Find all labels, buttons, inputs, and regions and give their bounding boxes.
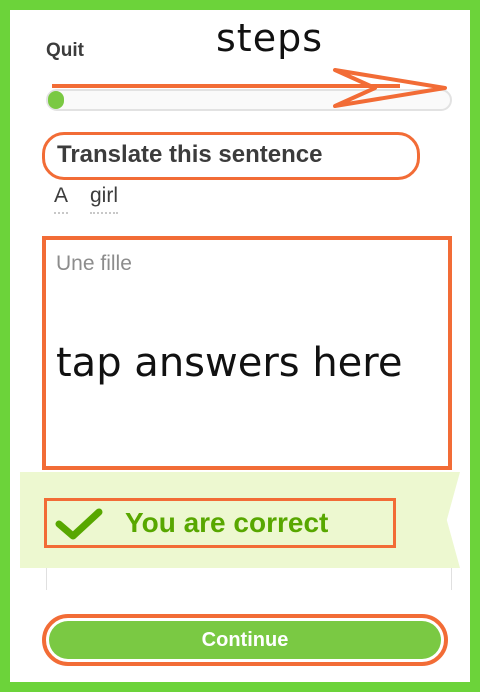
check-icon bbox=[55, 508, 103, 540]
lesson-screen: Quit steps Translate this sentence A gir… bbox=[20, 16, 460, 672]
quit-button[interactable]: Quit bbox=[46, 40, 84, 62]
result-message: You are correct bbox=[125, 507, 329, 538]
continue-label: Continue bbox=[49, 621, 441, 659]
steps-annotation: steps bbox=[216, 16, 323, 60]
answer-input[interactable]: Une fille tap answers here bbox=[42, 236, 452, 470]
source-word[interactable]: girl bbox=[90, 184, 119, 214]
answer-value: Une fille bbox=[56, 252, 132, 275]
tap-answers-annotation: tap answers here bbox=[56, 340, 403, 386]
continue-button[interactable]: Continue bbox=[42, 614, 448, 666]
correct-annotation-outline: You are correct bbox=[44, 498, 396, 548]
app-frame: Quit steps Translate this sentence A gir… bbox=[0, 0, 480, 692]
progress-arrow-annotation bbox=[52, 68, 447, 108]
source-word[interactable]: A bbox=[54, 184, 69, 214]
exercise-prompt: Translate this sentence bbox=[57, 141, 323, 168]
prompt-annotation-outline: Translate this sentence bbox=[42, 132, 420, 180]
